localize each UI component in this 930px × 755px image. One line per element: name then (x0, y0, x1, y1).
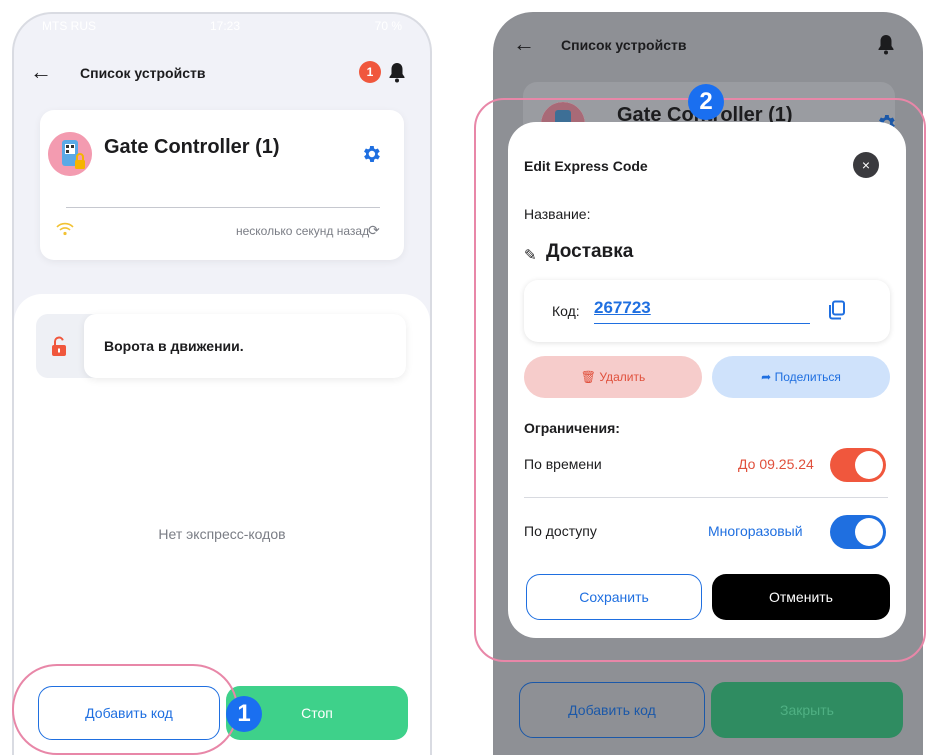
restrictions-title: Ограничения: (524, 420, 620, 436)
time-restriction-label: По времени (524, 456, 602, 472)
callout-badge-2: 2 (688, 84, 724, 120)
share-button[interactable]: ➦ Поделиться (712, 356, 890, 398)
add-code-button-dimmed: Добавить код (519, 682, 705, 738)
edit-express-code-dialog: Edit Express Code × Название: ✎ Доставка… (508, 122, 906, 638)
code-card: Код: 267723 (524, 280, 890, 342)
app-header: ← Список устройств 1 (14, 58, 430, 88)
access-restriction-label: По доступу (524, 523, 597, 539)
cancel-button[interactable]: Отменить (712, 574, 890, 620)
callout-badge-1: 1 (226, 696, 262, 732)
close-icon[interactable]: × (853, 152, 879, 178)
notification-count-badge[interactable]: 1 (359, 61, 381, 83)
bell-icon[interactable] (877, 33, 895, 55)
row-divider (524, 497, 888, 498)
delete-button-label: Удалить (599, 370, 646, 384)
gear-icon[interactable] (360, 143, 382, 165)
wifi-signal-icon (56, 222, 74, 236)
device-card[interactable]: Gate Controller (1) несколько секунд наз… (40, 110, 404, 260)
time-restriction-value[interactable]: До 09.25.24 (738, 456, 814, 472)
gate-status-row: Ворота в движении. (36, 314, 406, 378)
page-title: Список устройств (80, 65, 206, 81)
trash-icon: 🗑 (580, 370, 597, 384)
code-name-value[interactable]: Доставка (546, 241, 633, 263)
toggle-knob (855, 451, 883, 479)
name-label: Название: (524, 206, 591, 222)
dialog-title: Edit Express Code (524, 158, 648, 174)
close-button-dimmed: Закрыть (711, 682, 903, 738)
device-avatar (48, 132, 92, 176)
clock: 17:23 (210, 19, 241, 33)
card-divider (66, 207, 380, 208)
bell-icon[interactable] (388, 61, 406, 83)
app-header-dimmed: ← Список устройств (495, 30, 921, 60)
access-restriction-toggle[interactable] (830, 515, 886, 549)
code-label: Код: (552, 303, 580, 319)
carrier-name: MTS RUS (42, 19, 96, 33)
gate-status-text: Ворота в движении. (104, 338, 244, 354)
copy-icon[interactable] (828, 300, 846, 320)
toggle-knob (855, 518, 883, 546)
page-title: Список устройств (561, 37, 687, 53)
share-arrow-icon: ➦ (761, 370, 772, 384)
refresh-icon[interactable]: ⟳ (368, 222, 380, 239)
unlocked-padlock-icon (50, 336, 68, 356)
code-input[interactable]: 267723 (594, 298, 810, 324)
gate-status-card: Ворота в движении. (84, 314, 406, 378)
save-button[interactable]: Сохранить (526, 574, 702, 620)
time-restriction-toggle[interactable] (830, 448, 886, 482)
add-code-button[interactable]: Добавить код (38, 686, 220, 740)
battery-level: 70 % (374, 19, 402, 33)
status-bar: MTS RUS 17:23 70 % (14, 16, 430, 38)
pencil-icon[interactable]: ✎ (524, 246, 537, 264)
share-button-label: Поделиться (774, 370, 841, 384)
back-arrow-icon[interactable]: ← (30, 61, 52, 83)
access-restriction-value[interactable]: Многоразовый (708, 523, 803, 539)
back-arrow-icon[interactable]: ← (513, 33, 535, 55)
delete-button[interactable]: 🗑 Удалить (524, 356, 702, 398)
empty-codes-message: Нет экспресс-кодов (158, 526, 286, 542)
phone-screen-device-detail: MTS RUS 17:23 70 % ← Список устройств 1 … (12, 12, 432, 755)
device-name: Gate Controller (1) (104, 136, 280, 158)
last-seen-text: несколько секунд назад (236, 224, 370, 238)
